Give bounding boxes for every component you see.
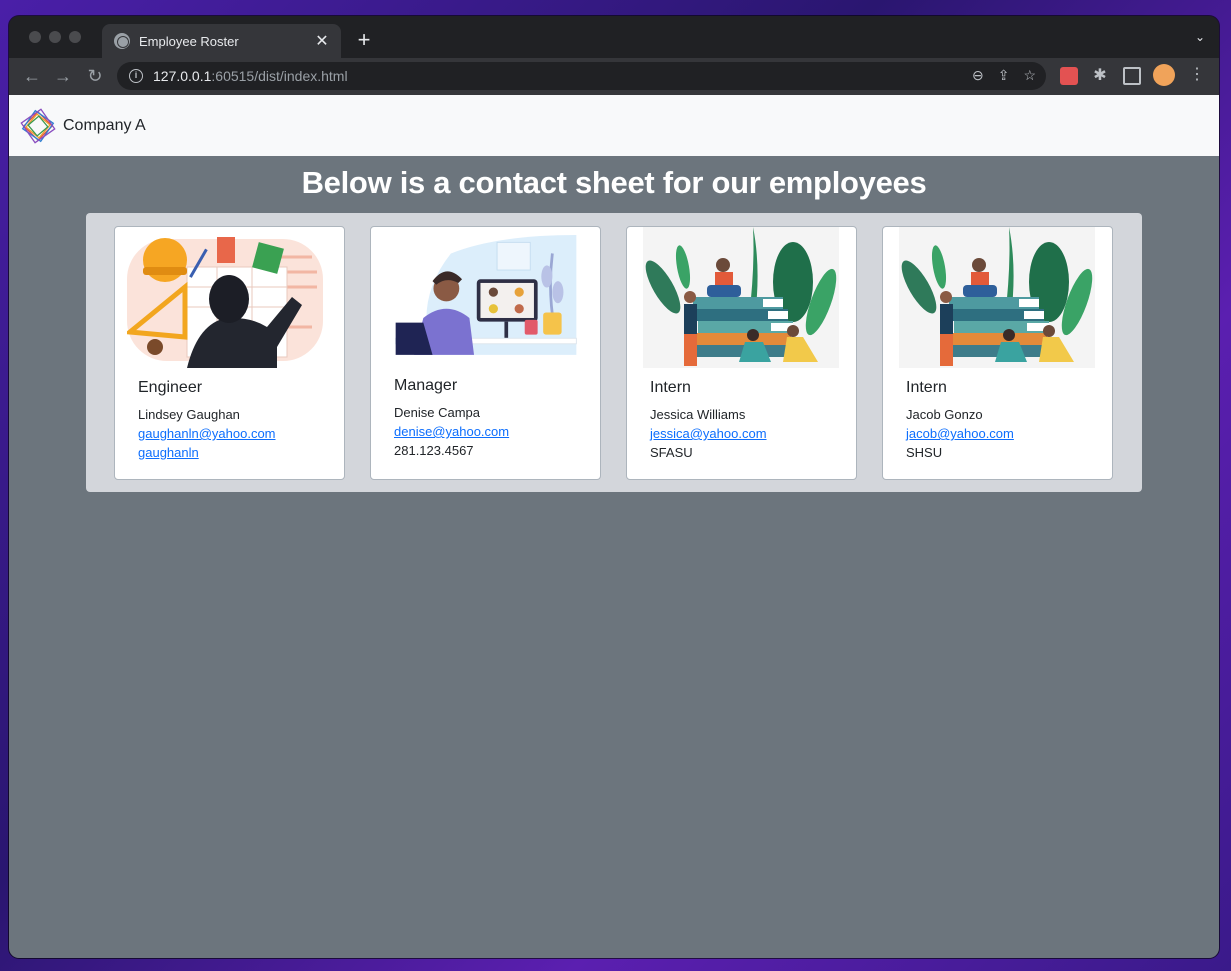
employee-name: Jacob Gonzo [906,407,983,422]
engineer-illustration [127,237,323,368]
employee-email-link[interactable]: gaughanln@yahoo.com [138,426,276,441]
extension-record-icon[interactable] [1060,67,1078,85]
employee-email-link[interactable]: denise@yahoo.com [394,424,509,439]
card-role: Intern [906,379,947,396]
forward-button[interactable]: → [52,65,74,87]
employee-github-link[interactable]: gaughanln [138,445,199,460]
employee-name: Lindsey Gaughan [138,407,240,422]
intern-illustration [899,227,1095,368]
company-logo-icon [20,107,56,144]
maximize-window-button[interactable] [69,31,81,43]
employee-school: SFASU [650,445,693,460]
site-info-icon[interactable]: i [129,69,143,83]
employee-name: Denise Campa [394,405,480,420]
tab-employee-roster[interactable]: Employee Roster ✕ [102,24,341,58]
intern-illustration [643,227,839,368]
card-role: Intern [650,379,691,396]
close-window-button[interactable] [29,31,41,43]
browser-menu-icon[interactable]: ⋮ [1189,64,1205,84]
address-bar[interactable]: i 127.0.0.1:60515/dist/index.html ⊖ ⇪ ☆ [117,62,1046,90]
employee-card: Engineer Lindsey Gaughan gaughanln@yahoo… [114,226,345,480]
employee-office-number: 281.123.4567 [394,443,474,458]
employee-card: Intern Jacob Gonzo jacob@yahoo.com SHSU [882,226,1113,480]
tab-title: Employee Roster [139,33,239,49]
tab-search-chevron-icon[interactable]: ⌄ [1195,30,1205,44]
navbar-brand[interactable]: Company A [63,117,146,135]
employee-school: SHSU [906,445,943,460]
employee-name: Jessica Williams [650,407,746,422]
employee-email-link[interactable]: jacob@yahoo.com [906,426,1014,441]
manager-illustration [395,235,577,355]
page-viewport: Company A Below is a contact sheet for o… [9,95,1219,958]
new-tab-button[interactable]: + [353,29,375,51]
employee-card: Manager Denise Campa denise@yahoo.com 28… [370,226,601,480]
tab-strip: Employee Roster ✕ + ⌄ [9,16,1219,58]
page-title: Below is a contact sheet for our employe… [301,165,927,200]
reload-button[interactable]: ↻ [84,65,106,87]
employee-email-link[interactable]: jessica@yahoo.com [650,426,767,441]
share-icon[interactable]: ⇪ [998,67,1010,84]
side-panel-icon[interactable] [1123,67,1141,85]
url-text[interactable]: 127.0.0.1:60515/dist/index.html [153,68,348,84]
globe-icon [114,33,130,49]
extensions-puzzle-icon[interactable]: ✱ [1091,67,1109,85]
zoom-out-icon[interactable]: ⊖ [972,67,984,84]
card-role: Engineer [138,379,203,396]
browser-window: Employee Roster ✕ + ⌄ ← → ↻ i 127.0.0.1:… [9,16,1219,958]
close-tab-button[interactable]: ✕ [313,32,331,50]
employee-card: Intern Jessica Williams jessica@yahoo.co… [626,226,857,480]
back-button[interactable]: ← [21,65,43,87]
profile-avatar[interactable] [1153,64,1175,86]
card-role: Manager [394,377,458,394]
bookmark-star-icon[interactable]: ☆ [1023,67,1036,84]
minimize-window-button[interactable] [49,31,61,43]
navbar: Company A [9,95,1219,156]
browser-toolbar: ← → ↻ i 127.0.0.1:60515/dist/index.html … [9,58,1219,95]
employee-cards-container: Engineer Lindsey Gaughan gaughanln@yahoo… [86,213,1142,492]
